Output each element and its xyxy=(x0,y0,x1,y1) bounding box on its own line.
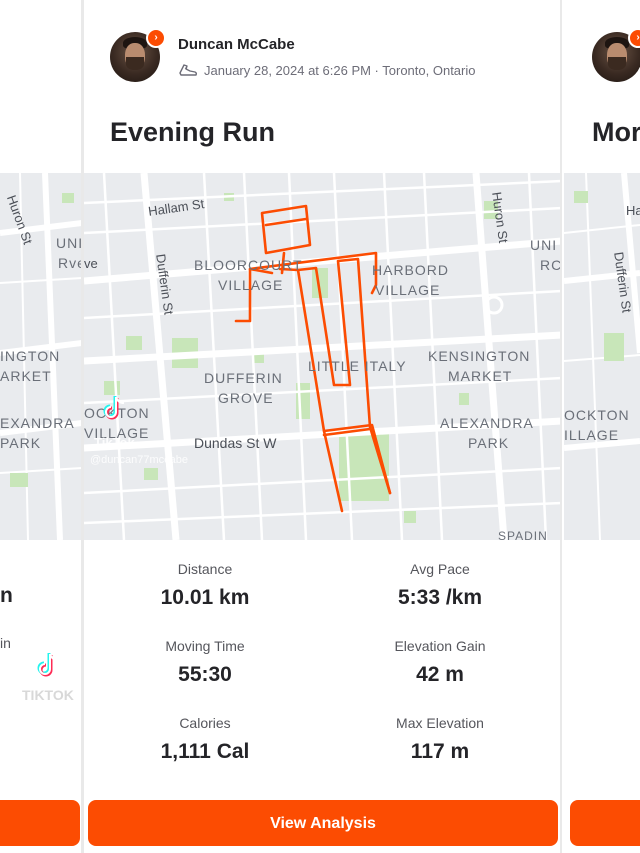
next-athlete-avatar[interactable]: › xyxy=(592,28,640,82)
previous-watermark: TIKTOK xyxy=(22,687,74,703)
previous-activity-card[interactable]: Huron St UNI Rve INGTON ARKET EXANDRA PA… xyxy=(0,0,82,853)
route-map[interactable]: Hallam St Dufferin St Huron St Dundas St… xyxy=(84,173,562,540)
neighborhood-label: SPADIN xyxy=(498,529,548,540)
next-view-analysis-button[interactable] xyxy=(570,800,640,846)
avatar-beard xyxy=(608,57,626,70)
running-shoe-icon xyxy=(179,64,198,76)
neighborhood-label: LITTLE ITALY xyxy=(308,358,407,374)
stat-label-avg-pace: Avg Pace xyxy=(410,561,470,577)
stat-value-max-elevation: 117 m xyxy=(410,740,470,763)
neighborhood-label: MARKET xyxy=(448,368,513,384)
previous-stat-fragment: n xyxy=(0,584,13,607)
stat-value-calories: 1,111 Cal xyxy=(160,740,250,763)
stat-label-moving-time: Moving Time xyxy=(165,638,245,654)
neighborhood-label: PARK xyxy=(468,435,510,451)
neighborhood-label: UNI xyxy=(530,237,558,253)
stat-label-elevation-gain: Elevation Gain xyxy=(394,638,486,654)
next-map-streets xyxy=(564,173,640,540)
activity-card: › Duncan McCabe January 28, 2024 at 6:26… xyxy=(84,0,562,853)
tiktok-watermark-icon xyxy=(103,396,125,420)
street-label-dundas: Dundas St W xyxy=(194,435,277,451)
athlete-avatar[interactable]: › xyxy=(110,28,166,82)
previous-map-thumbnail[interactable]: Huron St UNI Rve INGTON ARKET EXANDRA PA… xyxy=(0,173,82,540)
previous-map-label: ARKET xyxy=(0,368,52,384)
view-analysis-button[interactable]: View Analysis xyxy=(88,800,558,846)
next-map-thumbnail[interactable]: Ha Dufferin St OCKTON ILLAGE xyxy=(564,173,640,540)
previous-map-label: Rve xyxy=(58,255,82,271)
stat-label-distance: Distance xyxy=(177,561,233,577)
neighborhood-label: ALEXANDRA xyxy=(440,415,534,431)
next-activity-card[interactable]: › Mor Ha Dufferin St OCKTON ILLAGE xyxy=(562,0,640,853)
subscriber-badge-icon: › xyxy=(628,28,640,48)
athlete-name[interactable]: Duncan McCabe xyxy=(178,36,295,53)
neighborhood-label: GROVE xyxy=(218,390,274,406)
next-map-label: ILLAGE xyxy=(564,427,620,443)
previous-label-fragment: in xyxy=(0,635,11,651)
street-label-fragment: ve xyxy=(84,256,98,271)
previous-view-analysis-button[interactable] xyxy=(0,800,80,846)
stat-label-calories: Calories xyxy=(179,715,231,731)
neighborhood-label: VILLAGE xyxy=(375,282,441,298)
neighborhood-label: DUFFERIN xyxy=(204,370,283,386)
stat-value-elevation-gain: 42 m xyxy=(416,663,464,686)
next-activity-title[interactable]: Mor xyxy=(592,117,640,148)
neighborhood-label: BLOORCOURT xyxy=(194,257,303,273)
stat-value-avg-pace: 5:33 /km xyxy=(397,586,483,609)
avatar-beard xyxy=(126,57,144,70)
activity-meta: January 28, 2024 at 6:26 PM · Toronto, O… xyxy=(178,62,475,78)
activity-date-location: January 28, 2024 at 6:26 PM · Toronto, O… xyxy=(204,62,476,78)
neighborhood-label: KENSINGTON xyxy=(428,348,531,364)
stat-label-max-elevation: Max Elevation xyxy=(396,715,484,731)
next-map-label: OCKTON xyxy=(564,407,630,423)
activity-title[interactable]: Evening Run xyxy=(110,117,275,148)
neighborhood-label: RC xyxy=(540,257,562,273)
tiktok-watermark-brand: TikTok xyxy=(94,435,135,450)
previous-map-label: UNI xyxy=(56,235,82,251)
stat-value-distance: 10.01 km xyxy=(160,586,250,609)
previous-map-label: EXANDRA xyxy=(0,415,75,431)
tiktok-watermark-handle: @duncan77mccabe xyxy=(90,454,189,466)
tiktok-logo-icon xyxy=(37,653,59,677)
neighborhood-label: VILLAGE xyxy=(218,277,284,293)
subscriber-badge-icon: › xyxy=(146,28,166,48)
previous-map-label: PARK xyxy=(0,435,42,451)
next-street-label: Ha xyxy=(626,203,640,218)
neighborhood-label: HARBORD xyxy=(372,262,450,278)
previous-map-label: INGTON xyxy=(0,348,61,364)
stat-value-moving-time: 55:30 xyxy=(178,663,232,686)
